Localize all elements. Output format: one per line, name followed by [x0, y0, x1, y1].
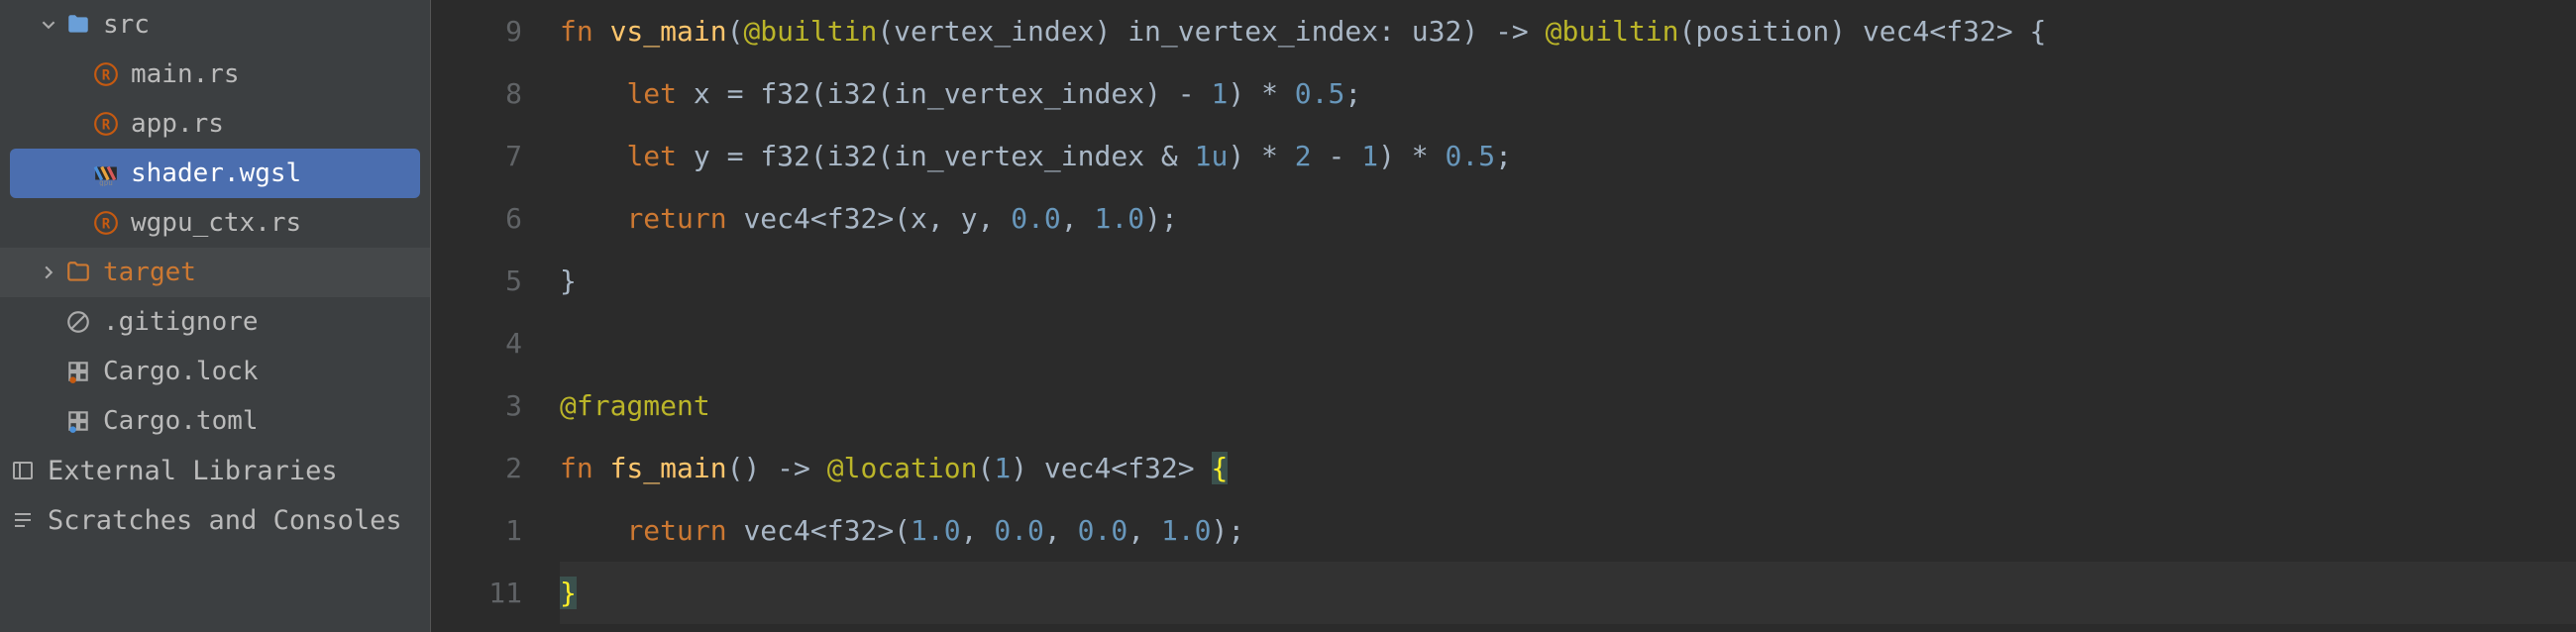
gutter-line: 8	[431, 62, 522, 125]
line-gutter: 98765432111	[431, 0, 560, 632]
tree-item-label: Cargo.lock	[103, 357, 259, 386]
code-line[interactable]: return vec4<f32>(1.0, 0.0, 0.0, 1.0);	[560, 499, 2576, 562]
external-libraries-label: External Libraries	[48, 456, 338, 486]
svg-text:R: R	[102, 117, 111, 133]
tree-item-app-rs[interactable]: Rapp.rs	[0, 99, 430, 149]
code-line[interactable]: fn fs_main() -> @location(1) vec4<f32> {	[560, 437, 2576, 499]
gutter-line: 3	[431, 374, 522, 437]
toml-icon	[63, 406, 93, 436]
library-icon	[8, 456, 38, 485]
code-line[interactable]: }	[560, 562, 2576, 624]
code-line[interactable]	[560, 312, 2576, 374]
ignore-icon	[63, 307, 93, 337]
code-line[interactable]: @fragment	[560, 374, 2576, 437]
tree-item-label: shader.wgsl	[131, 158, 301, 188]
scratches-icon	[8, 505, 38, 535]
tree-item-target[interactable]: target	[0, 248, 430, 297]
code-line[interactable]: let x = f32(i32(in_vertex_index) - 1) * …	[560, 62, 2576, 125]
tree-item-main-rs[interactable]: Rmain.rs	[0, 50, 430, 99]
external-libraries[interactable]: External Libraries	[0, 446, 430, 495]
scratches-consoles[interactable]: Scratches and Consoles	[0, 495, 430, 545]
tree-item-label: .gitignore	[103, 307, 259, 337]
tree-item-Cargo-lock[interactable]: Cargo.lock	[0, 347, 430, 396]
tree-item-wgpu_ctx-rs[interactable]: Rwgpu_ctx.rs	[0, 198, 430, 248]
gutter-line: 1	[431, 499, 522, 562]
tree-item-Cargo-toml[interactable]: Cargo.toml	[0, 396, 430, 446]
rust-icon: R	[91, 208, 121, 238]
tree-item-shader-wgsl[interactable]: gpu shader.wgsl	[10, 149, 420, 198]
code-editor[interactable]: 98765432111 fn vs_main(@builtin(vertex_i…	[431, 0, 2576, 632]
tree-item-label: Cargo.toml	[103, 406, 259, 436]
code-line[interactable]: fn vs_main(@builtin(vertex_index) in_ver…	[560, 0, 2576, 62]
rust-icon: R	[91, 109, 121, 139]
gutter-line: 4	[431, 312, 522, 374]
code-content[interactable]: fn vs_main(@builtin(vertex_index) in_ver…	[560, 0, 2576, 632]
gutter-line: 5	[431, 250, 522, 312]
folder-icon	[63, 10, 93, 40]
tree-item-src[interactable]: src	[0, 0, 430, 50]
gutter-line: 11	[431, 562, 522, 624]
svg-text:R: R	[102, 67, 111, 83]
folder-orange-icon	[63, 258, 93, 287]
tree-item-label: src	[103, 10, 150, 40]
project-sidebar: srcRmain.rsRapp.rsgpushader.wgslRwgpu_ct…	[0, 0, 431, 632]
rust-icon: R	[91, 59, 121, 89]
tree-item-label: app.rs	[131, 109, 224, 139]
gutter-line: 6	[431, 187, 522, 250]
chevron-icon	[38, 18, 59, 32]
svg-text:R: R	[102, 216, 111, 232]
gutter-line: 7	[431, 125, 522, 187]
shader-icon: gpu	[91, 158, 121, 188]
tree-item-label: main.rs	[131, 59, 240, 89]
code-line[interactable]: }	[560, 250, 2576, 312]
tree-item--gitignore[interactable]: .gitignore	[0, 297, 430, 347]
scratches-label: Scratches and Consoles	[48, 505, 402, 536]
chevron-icon	[38, 265, 59, 279]
code-line[interactable]: let y = f32(i32(in_vertex_index & 1u) * …	[560, 125, 2576, 187]
svg-text:gpu: gpu	[99, 178, 113, 186]
gutter-line: 9	[431, 0, 522, 62]
gutter-line: 2	[431, 437, 522, 499]
tree-item-label: target	[103, 258, 196, 287]
code-line[interactable]: return vec4<f32>(x, y, 0.0, 1.0);	[560, 187, 2576, 250]
lock-icon	[63, 357, 93, 386]
tree-item-label: wgpu_ctx.rs	[131, 208, 301, 238]
